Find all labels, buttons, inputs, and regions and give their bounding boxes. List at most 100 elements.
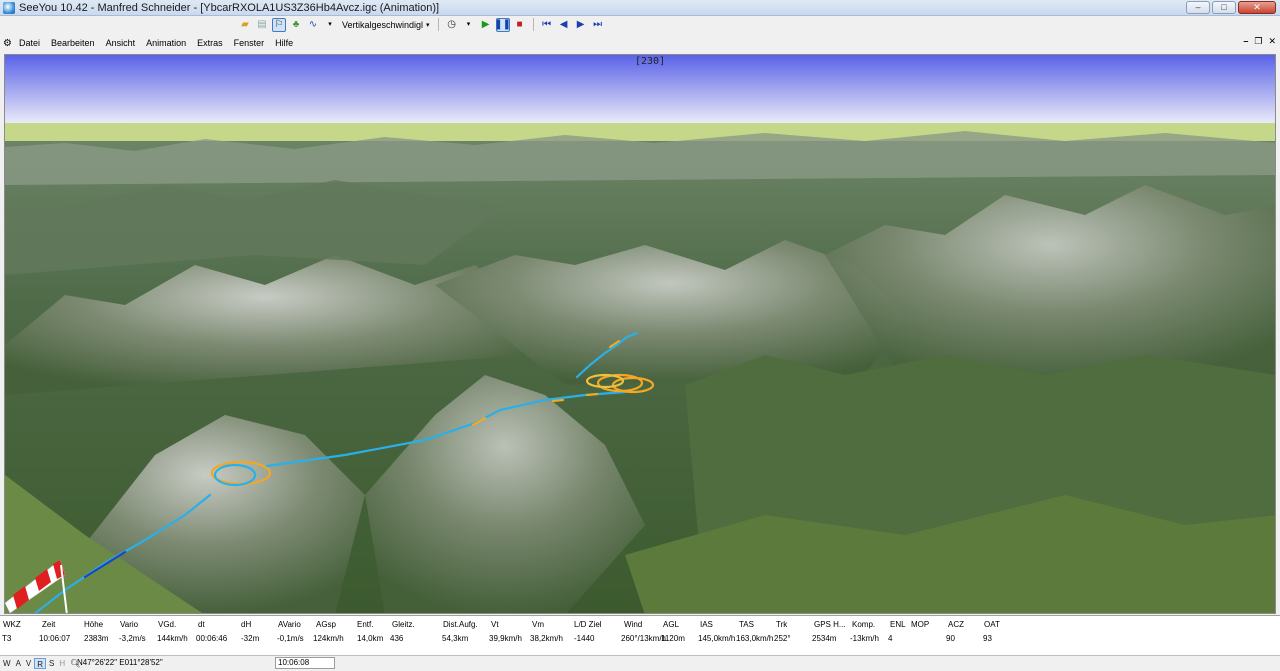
step-back-icon[interactable]: ◀ — [557, 18, 571, 32]
value-ias: 145,0km/h — [698, 634, 736, 643]
vario-select[interactable]: Vertikalgeschwindigl ▾ — [340, 18, 432, 32]
value-komp: -13km/h — [850, 634, 879, 643]
menu-hilfe[interactable]: Hilfe — [275, 38, 293, 48]
header-zeit: Zeit — [42, 620, 56, 629]
value-oat: 93 — [983, 634, 992, 643]
terrain-icon[interactable]: ♣ — [289, 18, 303, 32]
document-icon[interactable]: ⚙ — [3, 38, 14, 49]
flight-data-panel: WKZ Zeit Höhe Vario VGd. dt dH AVario AG… — [0, 615, 1280, 655]
title-bar: SeeYou 10.42 - Manfred Schneider - [Ybca… — [0, 0, 1280, 16]
status-button-s[interactable]: S — [47, 658, 56, 669]
value-dt: 00:06:46 — [196, 634, 228, 643]
frame-counter: [230] — [635, 56, 666, 67]
header-dh: dH — [241, 620, 252, 629]
mdi-close-button[interactable]: ✕ — [1268, 36, 1276, 47]
header-ld-ziel: L/D Ziel — [574, 620, 602, 629]
header-agl: AGL — [663, 620, 680, 629]
header-acz: ACZ — [948, 620, 964, 629]
step-forward-icon[interactable]: ▶ — [574, 18, 588, 32]
header-vgd: VGd. — [158, 620, 177, 629]
minimize-button[interactable]: – — [1186, 1, 1210, 14]
value-vm: 38,2km/h — [530, 634, 563, 643]
skip-start-icon[interactable]: ⏮ — [540, 18, 554, 32]
save-icon[interactable]: ▤ — [255, 18, 269, 32]
header-vario: Vario — [120, 620, 139, 629]
header-gps-h: GPS H... — [814, 620, 846, 629]
header-dist-aufg: Dist.Aufg. — [443, 620, 478, 629]
mdi-restore-button[interactable]: ❐ — [1254, 36, 1262, 47]
header-enl: ENL — [890, 620, 906, 629]
menu-bar: ⚙ Datei Bearbeiten Ansicht Animation Ext… — [0, 34, 1280, 52]
cursor-coordinates: N47°26'22" E011°28'52" — [77, 658, 163, 667]
value-vgd: 144km/h — [157, 634, 188, 643]
flight-view-icon[interactable]: ⚐ — [272, 17, 286, 32]
vario-select-value: Vertikalgeschwindigl — [342, 19, 424, 30]
header-entf: Entf. — [357, 620, 374, 629]
status-time: 10:06:08 — [275, 657, 335, 669]
header-komp: Komp. — [852, 620, 876, 629]
menu-animation[interactable]: Animation — [146, 38, 186, 48]
header-vt: Vt — [491, 620, 499, 629]
header-vm: Vm — [532, 620, 544, 629]
close-button[interactable]: ✕ — [1238, 1, 1276, 14]
header-ias: IAS — [700, 620, 713, 629]
menu-datei[interactable]: Datei — [19, 38, 40, 48]
value-vario: -3,2m/s — [119, 634, 146, 643]
value-entf: 14,0km — [357, 634, 384, 643]
value-dist-aufg: 54,3km — [442, 634, 469, 643]
maximize-button[interactable]: □ — [1212, 1, 1236, 14]
value-hoehe: 2383m — [84, 634, 109, 643]
value-avario: -0,1m/s — [277, 634, 304, 643]
menu-extras[interactable]: Extras — [197, 38, 223, 48]
clock-icon[interactable]: ◷ — [445, 18, 459, 32]
chevron-down-icon: ▾ — [426, 21, 430, 29]
value-enl: 4 — [888, 634, 893, 643]
app-icon — [3, 1, 15, 14]
menu-ansicht[interactable]: Ansicht — [106, 38, 136, 48]
value-agl: 1120m — [661, 634, 685, 643]
status-button-r[interactable]: R — [34, 658, 47, 669]
dropdown-chevron-icon[interactable]: ▾ — [323, 18, 337, 32]
header-tas: TAS — [739, 620, 754, 629]
status-button-v[interactable]: V — [24, 658, 33, 669]
header-agsp: AGsp — [316, 620, 337, 629]
header-hoehe: Höhe — [84, 620, 104, 629]
value-gleitz: 436 — [390, 634, 404, 643]
value-trk: 252° — [774, 634, 791, 643]
mdi-minimize-button[interactable]: – — [1243, 36, 1248, 47]
value-acz: 90 — [946, 634, 955, 643]
header-oat: OAT — [984, 620, 1000, 629]
value-ld-ziel: -1440 — [574, 634, 595, 643]
3d-flight-view[interactable]: [230] — [4, 54, 1276, 614]
status-button-a[interactable]: A — [14, 658, 23, 669]
terrain-scene — [5, 55, 1275, 613]
value-agsp: 124km/h — [313, 634, 344, 643]
menu-bearbeiten[interactable]: Bearbeiten — [51, 38, 95, 48]
value-wkz: T3 — [2, 634, 12, 643]
header-trk: Trk — [776, 620, 788, 629]
status-button-h[interactable]: H — [57, 658, 67, 669]
stop-icon[interactable]: ■ — [513, 18, 527, 32]
toolbar-separator — [437, 18, 439, 31]
open-folder-icon[interactable]: ▰ — [238, 18, 252, 32]
dropdown-chevron-icon[interactable]: ▾ — [462, 18, 476, 32]
menu-fenster[interactable]: Fenster — [234, 38, 265, 48]
play-icon[interactable]: ▶ — [479, 18, 493, 32]
status-bar: W A V R S H 🔍︎ N47°26'22" E011°28'52" 10… — [0, 655, 1280, 671]
barograph-icon[interactable]: ∿ — [306, 18, 320, 32]
data-header-row: WKZ Zeit Höhe Vario VGd. dt dH AVario AG… — [0, 620, 1280, 634]
value-wind: 260°/13km/h — [621, 634, 667, 643]
header-mop: MOP — [911, 620, 930, 629]
header-wkz: WKZ — [3, 620, 21, 629]
status-button-w[interactable]: W — [1, 658, 13, 669]
skip-end-icon[interactable]: ⏭ — [591, 18, 605, 32]
window-title: SeeYou 10.42 - Manfred Schneider - [Ybca… — [19, 1, 440, 14]
value-tas: 163,0km/h — [736, 634, 774, 643]
value-zeit: 10:06:07 — [39, 634, 71, 643]
pause-icon[interactable]: ❚❚ — [494, 17, 511, 32]
data-value-row: T3 10:06:07 2383m -3,2m/s 144km/h 00:06:… — [0, 634, 1280, 648]
header-gleitz: Gleitz. — [392, 620, 415, 629]
value-vt: 39,9km/h — [489, 634, 522, 643]
header-avario: AVario — [278, 620, 301, 629]
toolbar-separator — [532, 18, 534, 31]
